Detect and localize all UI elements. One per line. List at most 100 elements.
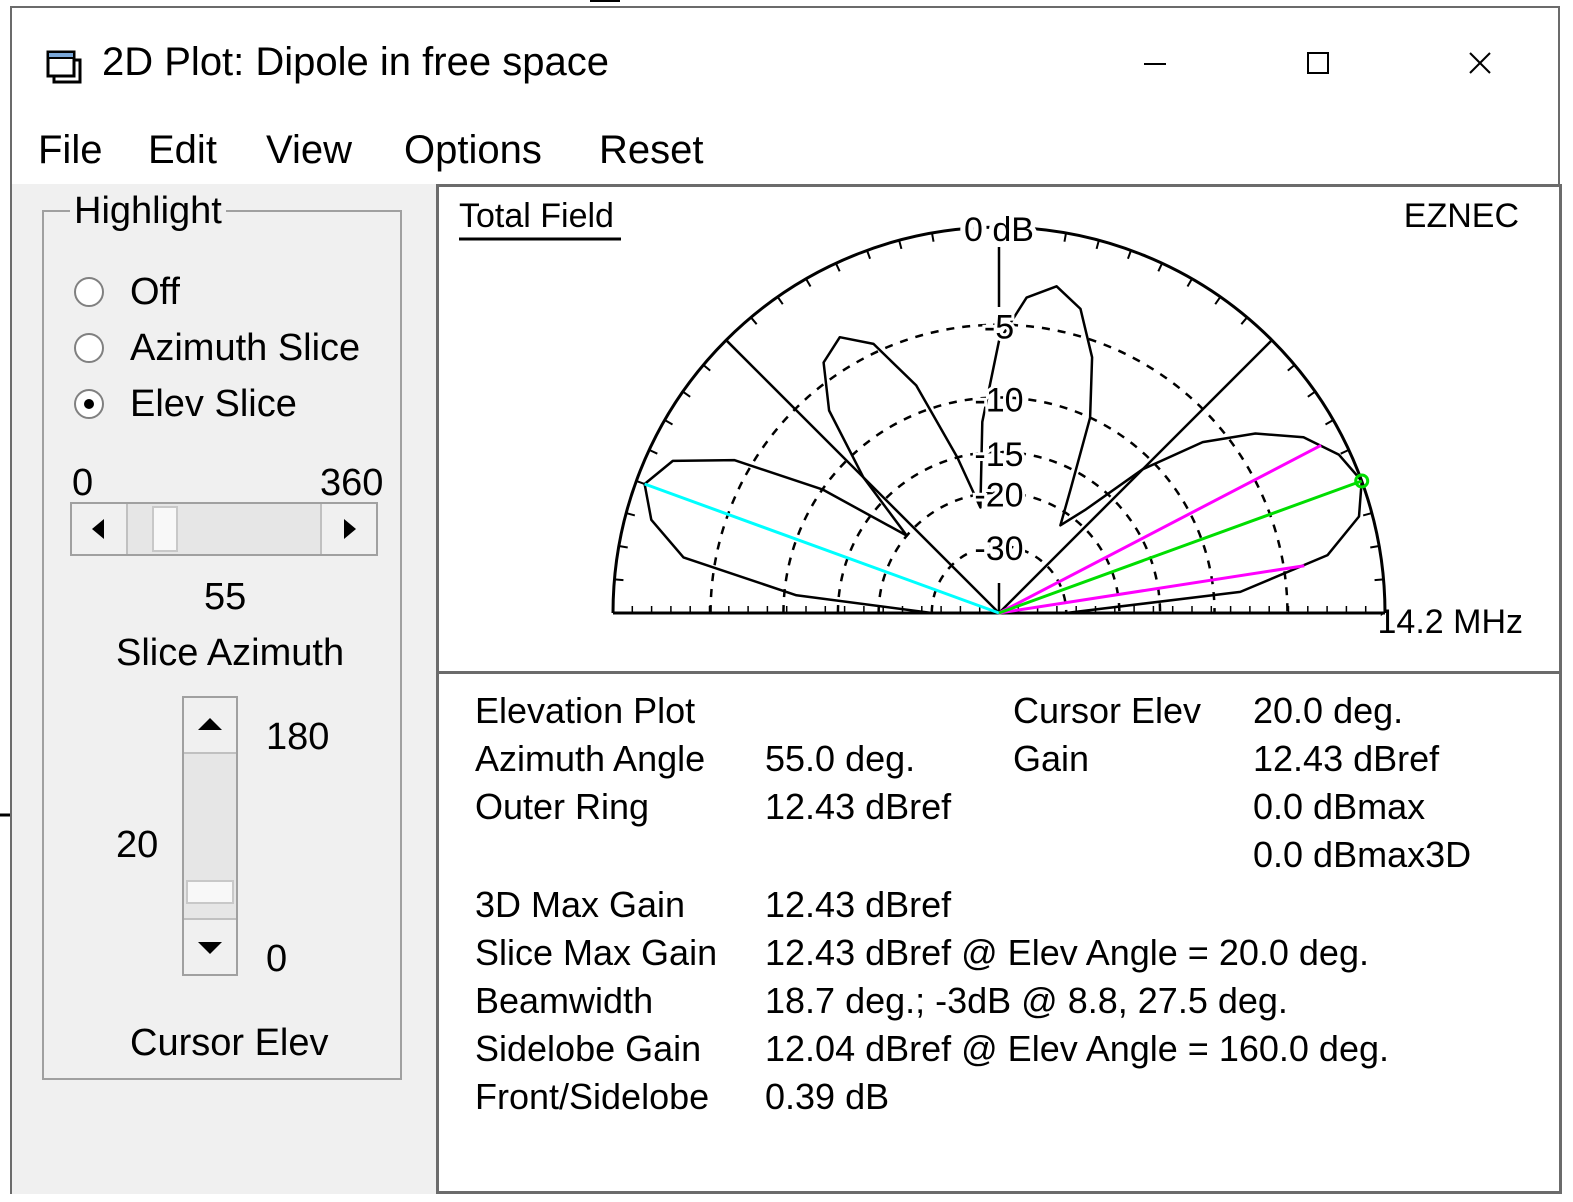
brand-label: EZNEC bbox=[1404, 197, 1519, 235]
slice-azimuth-min: 0 bbox=[72, 462, 94, 504]
ring-label: 0 dB bbox=[964, 211, 1034, 249]
highlight-legend: Highlight bbox=[70, 190, 226, 233]
ring-label: -10 bbox=[974, 381, 1023, 419]
ring-label: -20 bbox=[974, 477, 1023, 515]
arc-tick bbox=[1340, 448, 1350, 455]
maximize-button[interactable] bbox=[1282, 36, 1352, 94]
info-label-beamwidth: Beamwidth bbox=[475, 980, 654, 1021]
arc-tick bbox=[1127, 249, 1132, 260]
arc-tick bbox=[1287, 364, 1296, 372]
arc-tick bbox=[702, 364, 711, 372]
arc-tick bbox=[805, 278, 812, 288]
info-panel: Elevation Plot Azimuth Angle 55.0 deg. O… bbox=[436, 674, 1562, 1194]
info-value-gain-dbref: 12.43 dBref bbox=[1253, 738, 1440, 779]
arc-tick bbox=[1240, 316, 1248, 325]
cursor-elev-max: 180 bbox=[266, 716, 330, 758]
info-label-cursor-elev: Cursor Elev bbox=[1013, 690, 1202, 731]
radio-azimuth-slice-label: Azimuth Slice bbox=[130, 326, 361, 369]
slice-azimuth-label: Slice Azimuth bbox=[116, 632, 345, 674]
menu-view[interactable]: View bbox=[266, 128, 352, 173]
arc-tick bbox=[866, 249, 871, 260]
menu-reset[interactable]: Reset bbox=[599, 128, 704, 173]
info-label-elevation-plot: Elevation Plot bbox=[475, 690, 696, 731]
scroll-left-button[interactable] bbox=[72, 504, 128, 554]
cursor-elev-value: 20 bbox=[116, 824, 159, 866]
info-value-sidelobe-gain: 12.04 dBref @ Elev Angle = 160.0 deg. bbox=[765, 1028, 1389, 1069]
arc-tick bbox=[1374, 578, 1384, 582]
close-button[interactable] bbox=[1444, 36, 1514, 94]
arrow-right-icon bbox=[344, 519, 356, 539]
info-label-slice-max-gain: Slice Max Gain bbox=[475, 932, 718, 973]
cursor-elev-min: 0 bbox=[266, 938, 288, 980]
info-value-front-sidelobe: 0.39 dB bbox=[765, 1076, 890, 1117]
arc-tick bbox=[834, 262, 841, 272]
close-icon bbox=[1469, 52, 1491, 74]
total-field-tab[interactable]: Total Field bbox=[459, 197, 614, 235]
scroll-down-button[interactable] bbox=[184, 918, 236, 974]
minimize-icon bbox=[1144, 63, 1166, 65]
arc-tick bbox=[625, 512, 636, 517]
radio-off-label: Off bbox=[130, 270, 180, 313]
info-value-gain-dbmax3d: 0.0 dBmax3D bbox=[1253, 834, 1472, 875]
maximize-icon bbox=[1307, 52, 1329, 74]
radial-spoke bbox=[998, 339, 1273, 614]
frequency-label: 14.2 MHz bbox=[1378, 603, 1524, 641]
highlight-groupbox: Highlight Off Azimuth Slice Elev Slice 0… bbox=[42, 190, 402, 1080]
info-value-slice-max-gain: 12.43 dBref @ Elev Angle = 20.0 deg. bbox=[765, 932, 1369, 973]
arc-tick bbox=[1370, 544, 1380, 549]
radio-off-icon bbox=[74, 277, 104, 307]
info-label-azimuth-angle: Azimuth Angle bbox=[475, 738, 706, 779]
menu-file[interactable]: File bbox=[38, 128, 102, 173]
info-label-front-sidelobe: Front/Sidelobe bbox=[475, 1076, 710, 1117]
plot-panel: Total Field EZNEC 14.2 MHz 0 dB -5 -10 -15-… bbox=[436, 184, 1562, 674]
menu-options[interactable]: Options bbox=[404, 128, 542, 173]
info-value-cursor-elev: 20.0 deg. bbox=[1253, 690, 1404, 731]
arrow-up-icon bbox=[198, 718, 222, 730]
arc-tick bbox=[648, 448, 658, 455]
radio-azimuth-slice[interactable]: Azimuth Slice bbox=[72, 326, 360, 370]
info-value-beamwidth: 18.7 deg.; -3dB @ 8.8, 27.5 deg. bbox=[765, 980, 1288, 1021]
ring-label: -15 bbox=[974, 436, 1023, 474]
info-label-3d-max-gain: 3D Max Gain bbox=[475, 884, 686, 925]
cursor-elev-thumb[interactable] bbox=[186, 880, 234, 904]
polar-elevation-chart: Total Field EZNEC 14.2 MHz 0 dB-5-10-15-… bbox=[459, 197, 1524, 641]
window-title: 2D Plot: Dipole in free space bbox=[102, 40, 609, 84]
cursor-line bbox=[644, 482, 1000, 615]
slice-azimuth-thumb[interactable] bbox=[152, 506, 178, 552]
scroll-up-button[interactable] bbox=[184, 698, 236, 754]
arc-tick bbox=[1307, 390, 1316, 398]
info-label-outer-ring: Outer Ring bbox=[475, 786, 650, 827]
radio-elev-slice[interactable]: Elev Slice bbox=[72, 382, 297, 426]
arc-tick bbox=[1157, 262, 1164, 272]
radio-off[interactable]: Off bbox=[72, 270, 180, 314]
control-panel: Highlight Off Azimuth Slice Elev Slice 0… bbox=[12, 184, 436, 1194]
plot-window: 2D Plot: Dipole in free space File Edit … bbox=[10, 6, 1562, 1194]
arc-tick bbox=[725, 339, 734, 348]
radio-elev-slice-label: Elev Slice bbox=[130, 382, 297, 425]
arc-tick bbox=[1214, 296, 1222, 305]
radio-azimuth-slice-icon bbox=[74, 333, 104, 363]
menu-bar: File Edit View Options Reset bbox=[12, 118, 1558, 184]
scroll-right-button[interactable] bbox=[320, 504, 376, 554]
arc-tick bbox=[1324, 419, 1334, 426]
arc-tick bbox=[898, 239, 903, 250]
arc-tick bbox=[776, 296, 784, 305]
slice-azimuth-scrollbar[interactable] bbox=[70, 502, 378, 556]
arc-tick bbox=[682, 390, 691, 398]
minimize-button[interactable] bbox=[1120, 36, 1190, 94]
arrow-down-icon bbox=[198, 942, 222, 954]
arc-tick bbox=[618, 544, 628, 549]
slice-azimuth-value: 55 bbox=[204, 576, 247, 618]
cursor-elev-label: Cursor Elev bbox=[130, 1022, 329, 1064]
arrow-left-icon bbox=[92, 519, 104, 539]
arc-tick bbox=[614, 578, 624, 582]
arc-tick bbox=[1186, 278, 1193, 288]
cursor-elev-scrollbar[interactable] bbox=[182, 696, 238, 976]
info-value-azimuth-angle: 55.0 deg. bbox=[765, 738, 916, 779]
info-value-gain-dbmax: 0.0 dBmax bbox=[1253, 786, 1426, 827]
menu-edit[interactable]: Edit bbox=[148, 128, 217, 173]
max-gain-line bbox=[998, 479, 1363, 615]
plot-window-icon bbox=[46, 50, 82, 84]
arc-tick bbox=[1362, 512, 1373, 517]
info-value-3d-max-gain: 12.43 dBref bbox=[765, 884, 952, 925]
